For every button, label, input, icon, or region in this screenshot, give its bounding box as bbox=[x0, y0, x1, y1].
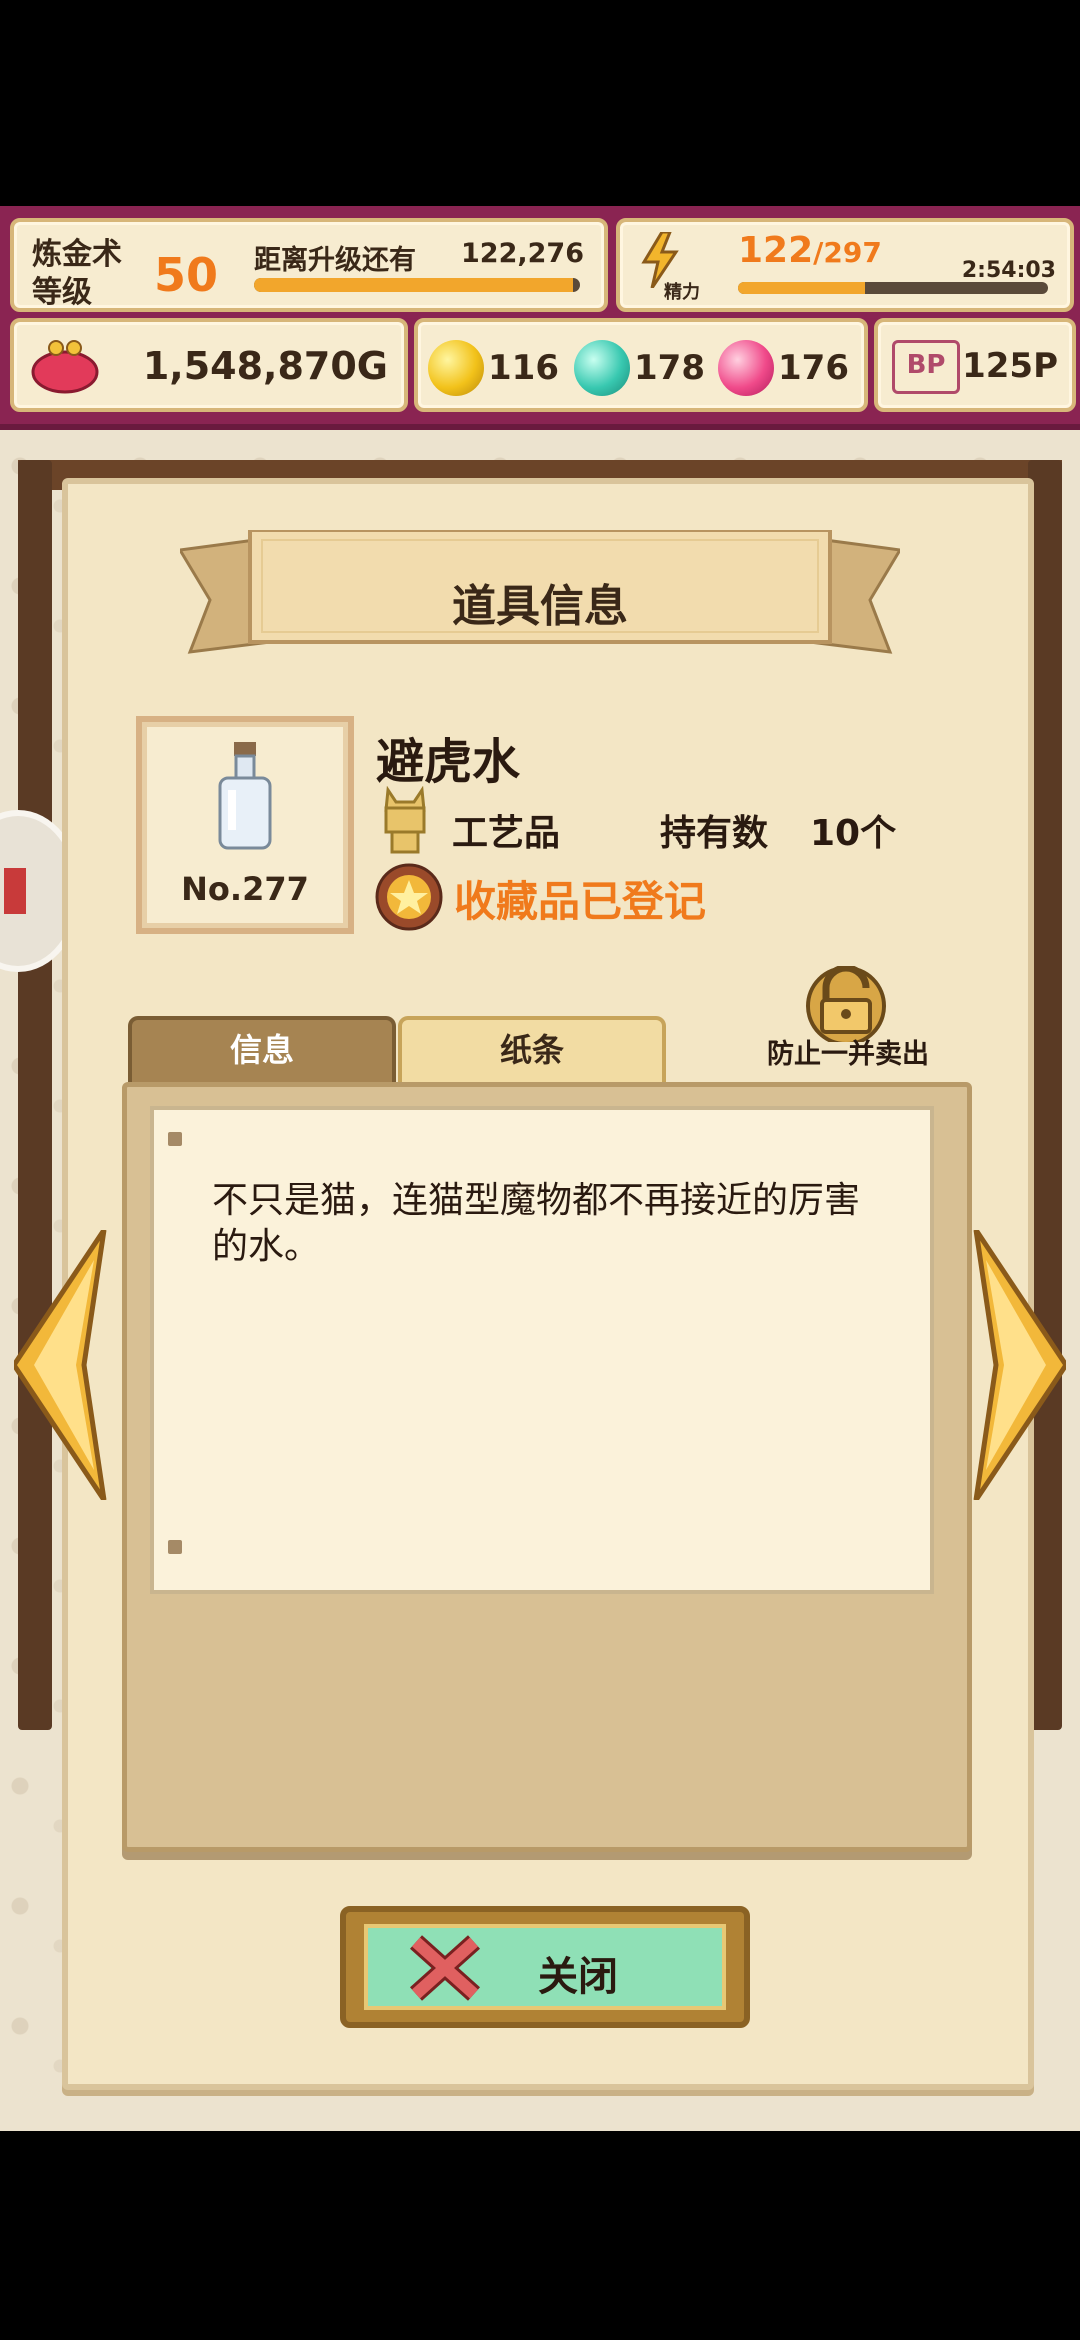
panel-title: 道具信息 bbox=[452, 581, 628, 632]
exp-bar-fill bbox=[254, 278, 574, 292]
bottom-letterbox bbox=[0, 2132, 1080, 2340]
stamina-box[interactable]: 精力 122/297 2:54:03 bbox=[616, 218, 1074, 312]
paper-pin-top bbox=[168, 1132, 182, 1146]
yellow-orb-icon bbox=[428, 340, 484, 396]
stamina-max: /297 bbox=[813, 236, 882, 269]
teal-orb-icon bbox=[574, 340, 630, 396]
exp-label: 距离升级还有 bbox=[254, 245, 416, 276]
alchemy-level-box: 炼金术 等级 50 距离升级还有 122,276 bbox=[10, 218, 608, 312]
stamina-value: 122/297 bbox=[738, 230, 882, 271]
owned-label: 持有数 bbox=[660, 813, 769, 854]
padlock-icon bbox=[806, 966, 886, 1042]
right-arrow-icon[interactable] bbox=[966, 1230, 1066, 1500]
item-image-frame: No.277 bbox=[136, 716, 354, 934]
orb-teal-value: 178 bbox=[634, 348, 705, 388]
item-category: 工艺品 bbox=[452, 813, 561, 854]
close-button[interactable]: 关闭 bbox=[340, 1906, 750, 2028]
orb-yellow-value: 116 bbox=[488, 348, 559, 388]
orbs-box[interactable]: 116 178 176 bbox=[414, 318, 868, 412]
exp-bar bbox=[254, 278, 580, 292]
frame-left bbox=[18, 460, 52, 1730]
bp-box[interactable]: BP 125P bbox=[874, 318, 1076, 412]
tab-info[interactable]: 信息 bbox=[128, 1016, 396, 1086]
purse-icon bbox=[31, 340, 99, 394]
cat-statue-icon bbox=[384, 786, 426, 854]
gold-box[interactable]: 1,548,870G bbox=[10, 318, 408, 412]
book-icon bbox=[4, 868, 26, 914]
orb-pink-value: 176 bbox=[778, 348, 849, 388]
stamina-bar-fill bbox=[738, 282, 866, 294]
bp-icon-label: BP bbox=[906, 350, 946, 380]
bp-value: 125P bbox=[962, 346, 1058, 386]
note-text: 不只是猫，连猫型魔物都不再接近的厉害的水。 bbox=[212, 1180, 861, 1267]
item-name: 避虎水 bbox=[376, 734, 521, 790]
paper-pin-bottom bbox=[168, 1540, 182, 1554]
stamina-bar bbox=[738, 282, 1048, 294]
note-paper: 不只是猫，连猫型魔物都不再接近的厉害的水。 bbox=[150, 1106, 934, 1594]
collection-status: 收藏品已登记 bbox=[454, 877, 707, 926]
item-number: No.277 bbox=[181, 870, 309, 908]
owned-value: 10个 bbox=[810, 813, 897, 854]
close-button-inner: 关闭 bbox=[364, 1924, 726, 2010]
stamina-caption: 精力 bbox=[664, 282, 700, 303]
stamina-current: 122 bbox=[738, 230, 814, 271]
close-label: 关闭 bbox=[538, 1954, 618, 2000]
stamina-timer: 2:54:03 bbox=[961, 258, 1056, 283]
sell-lock-toggle[interactable]: 防止一并卖出 bbox=[748, 966, 948, 1076]
pink-orb-icon bbox=[718, 340, 774, 396]
bp-ticket-icon: BP bbox=[892, 340, 960, 394]
top-hud: 炼金术 等级 50 距离升级还有 122,276 精力 122/297 2:54… bbox=[0, 206, 1080, 430]
level-label: 炼金术 等级 bbox=[32, 237, 122, 310]
close-x-icon bbox=[409, 1935, 481, 2001]
level-value: 50 bbox=[154, 248, 219, 302]
gold-value: 1,548,870G bbox=[142, 344, 388, 388]
star-medal-icon bbox=[375, 863, 443, 931]
lock-label: 防止一并卖出 bbox=[767, 1039, 929, 1070]
exp-value: 122,276 bbox=[461, 238, 584, 269]
left-arrow-icon[interactable] bbox=[14, 1230, 114, 1500]
bottle-icon bbox=[218, 742, 272, 850]
